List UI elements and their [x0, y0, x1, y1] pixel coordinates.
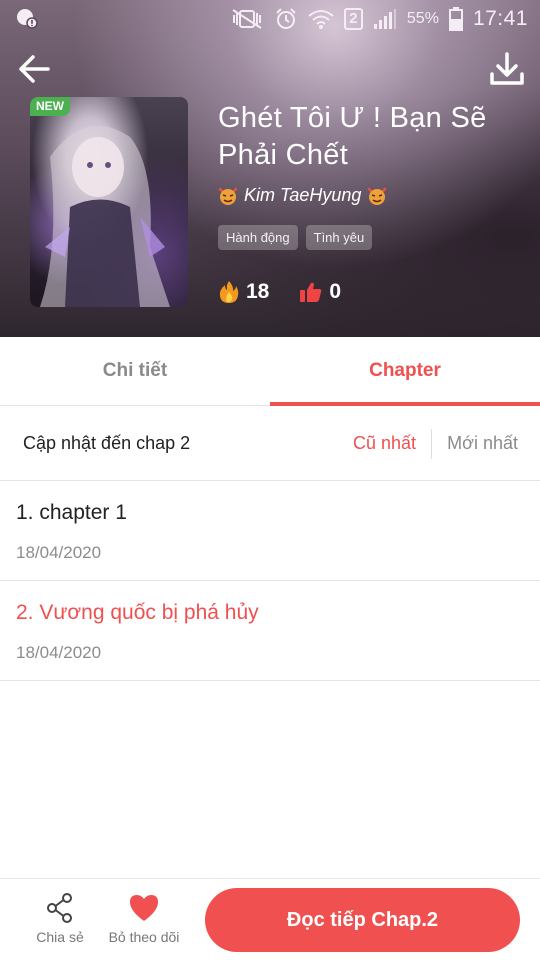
bottom-action-bar: Chia sẻ Bỏ theo dõi Đọc tiếp Chap.2 [0, 878, 540, 960]
likes-count: 0 [329, 280, 342, 303]
status-bar: 2 55% 17:41 [0, 0, 540, 38]
wifi-icon [308, 10, 334, 29]
chapter-date: 18/04/2020 [16, 543, 102, 562]
download-icon[interactable] [486, 48, 528, 90]
sort-oldest-button[interactable]: Cũ nhất [353, 433, 416, 454]
devil-face-icon [368, 187, 387, 205]
chapter-title: 1. chapter 1 [16, 501, 127, 524]
author-name[interactable]: Kim TaeHyung [244, 185, 361, 206]
new-badge: NEW [30, 97, 70, 116]
author-line: Kim TaeHyung [218, 185, 387, 206]
chapter-row[interactable]: 2. Vương quốc bị phá hủy 18/04/2020 [0, 581, 540, 681]
story-header: 2 55% 17:41 NEW Ghét Tôi Ư ! Bạn Sẽ Phải… [0, 0, 540, 337]
chapter-list: 1. chapter 1 18/04/2020 2. Vương quốc bị… [0, 481, 540, 681]
tab-bar: Chi tiết Chapter [0, 337, 540, 406]
chapter-sort-bar: Cập nhật đến chap 2 Cũ nhất Mới nhất [0, 406, 540, 481]
views-stat: 18 [218, 280, 269, 304]
battery-icon [448, 7, 463, 31]
sim-badge: 2 [343, 8, 363, 30]
status-icons: 2 55% 17:41 [230, 6, 528, 32]
views-count: 18 [246, 280, 270, 303]
thumbs-up-icon [300, 282, 322, 302]
cover-image [30, 97, 188, 307]
notification-icon [17, 9, 38, 29]
fire-icon [219, 281, 239, 303]
share-label: Chia sẻ [36, 929, 84, 945]
continue-reading-button[interactable]: Đọc tiếp Chap.2 [205, 888, 520, 952]
likes-stat: 0 [299, 280, 341, 304]
devil-face-icon [218, 187, 238, 205]
story-stats: 18 0 [218, 280, 371, 304]
genre-tag[interactable]: Tình yêu [305, 225, 373, 250]
tab-chapters[interactable]: Chapter [270, 337, 540, 406]
clock: 17:41 [472, 7, 528, 30]
story-title: Ghét Tôi Ư ! Bạn Sẽ Phải Chết [218, 102, 487, 171]
update-status: Cập nhật đến chap 2 [23, 433, 191, 453]
back-arrow-icon[interactable] [14, 48, 56, 90]
chapter-title: 2. Vương quốc bị phá hủy [16, 601, 259, 624]
genre-tags: Hành động Tình yêu [218, 225, 373, 250]
tab-details[interactable]: Chi tiết [0, 337, 270, 405]
unfollow-button[interactable]: Bỏ theo dõi [104, 891, 184, 945]
chapter-date: 18/04/2020 [16, 643, 102, 662]
sort-newest-button[interactable]: Mới nhất [447, 433, 518, 454]
signal-icon [373, 9, 396, 29]
alarm-icon [276, 8, 296, 29]
share-icon [47, 893, 72, 923]
battery-percent: 55% [406, 10, 439, 27]
chapter-row[interactable]: 1. chapter 1 18/04/2020 [0, 481, 540, 581]
cover-art [40, 125, 170, 307]
genre-tag[interactable]: Hành động [218, 225, 298, 250]
share-button[interactable]: Chia sẻ [20, 891, 100, 945]
unfollow-label: Bỏ theo dõi [108, 929, 180, 945]
vibrate-muted-icon [232, 9, 262, 29]
sort-divider [431, 429, 432, 459]
heart-icon [130, 895, 158, 921]
